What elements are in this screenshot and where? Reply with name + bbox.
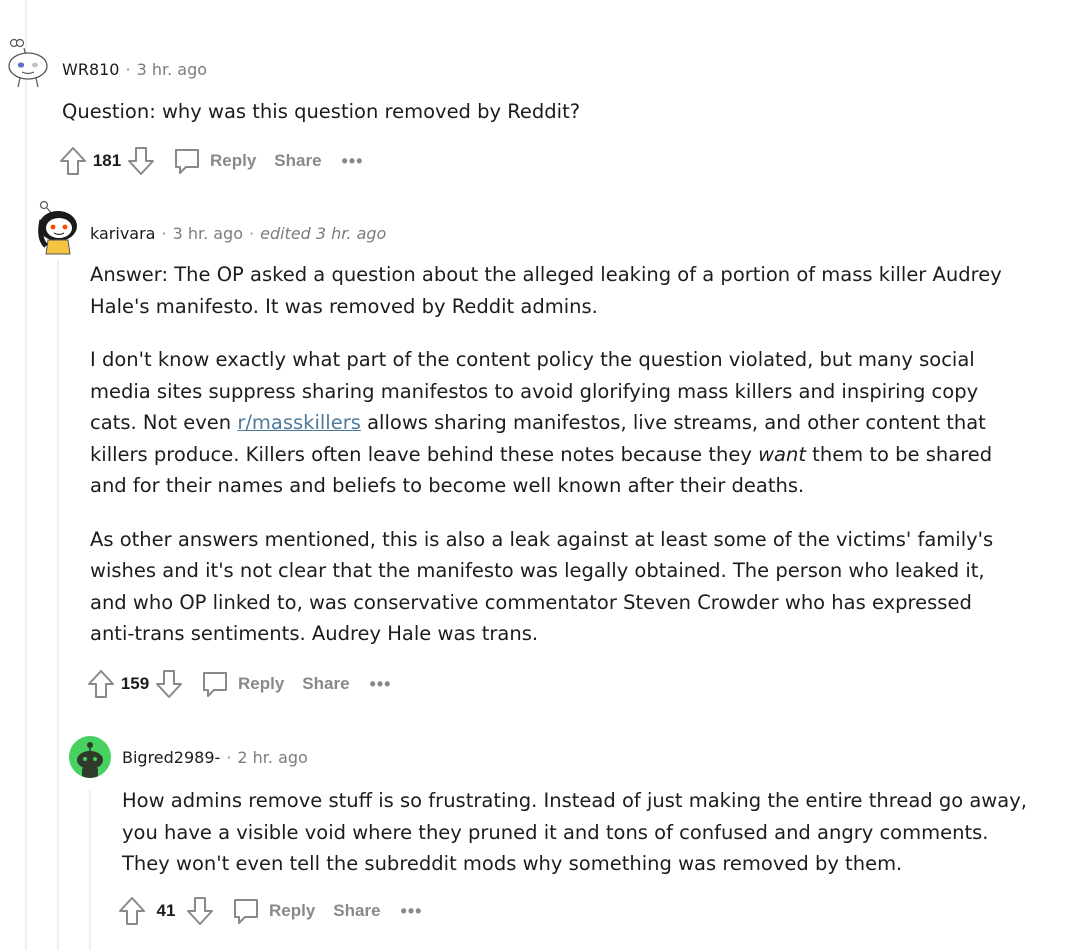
more-options-icon: •••	[369, 673, 392, 694]
comment-bubble-icon	[203, 672, 227, 697]
comment-text: Question: why was this question removed …	[62, 100, 581, 123]
reply-button[interactable]: Reply	[200, 669, 284, 699]
more-options-button[interactable]: •••	[370, 674, 392, 695]
share-label: Share	[302, 674, 350, 693]
share-label: Share	[274, 151, 322, 170]
meta-separator: ·	[249, 224, 255, 243]
more-options-icon: •••	[400, 900, 423, 921]
comment-body: How admins remove stuff is so frustratin…	[122, 785, 1032, 902]
share-button[interactable]: Share	[274, 151, 321, 171]
downvote-button[interactable]	[154, 669, 184, 699]
upvote-arrow-icon	[119, 897, 145, 925]
downvote-button[interactable]	[185, 896, 215, 926]
upvote-arrow-icon	[60, 147, 86, 175]
downvote-button[interactable]	[126, 146, 156, 176]
upvote-button[interactable]	[117, 896, 147, 926]
comment-wr810: WR810 · 3 hr. ago Question: why was this q…	[0, 0, 1081, 190]
comment-timestamp[interactable]: 3 hr. ago	[173, 224, 243, 243]
comment-body: Question: why was this question removed …	[62, 96, 1022, 150]
comment-bigred2989: Bigred2989- · 2 hr. ago How admins remove …	[0, 720, 1081, 950]
comment-paragraph: How admins remove stuff is so frustratin…	[122, 789, 1027, 875]
vote-score: 181	[92, 151, 122, 170]
reply-label: Reply	[210, 151, 257, 170]
comment-timestamp[interactable]: 2 hr. ago	[237, 748, 307, 767]
snoo-avatar-icon	[8, 38, 48, 88]
comment-meta: Bigred2989- · 2 hr. ago	[122, 748, 308, 767]
meta-separator: ·	[125, 60, 131, 79]
reply-button[interactable]: Reply	[231, 896, 315, 926]
meta-separator: ·	[161, 224, 167, 243]
more-options-button[interactable]: •••	[342, 151, 364, 172]
comment-actions: 41 Reply Share •••	[117, 895, 422, 927]
comment-meta: WR810 · 3 hr. ago	[62, 60, 207, 79]
avatar[interactable]	[36, 200, 80, 256]
downvote-arrow-icon	[187, 897, 213, 925]
more-options-icon: •••	[341, 150, 364, 171]
avatar[interactable]	[69, 736, 111, 778]
vote-score: 41	[156, 901, 176, 920]
upvote-button[interactable]	[86, 669, 116, 699]
reply-label: Reply	[238, 674, 285, 693]
comment-body: Answer: The OP asked a question about th…	[90, 259, 1020, 672]
avatar[interactable]	[6, 38, 50, 88]
emphasis-text: want	[758, 442, 806, 466]
comment-paragraph: Answer: The OP asked a question about th…	[90, 263, 1002, 318]
downvote-arrow-icon	[128, 147, 154, 175]
upvote-button[interactable]	[58, 146, 88, 176]
author-name[interactable]: karivara	[90, 224, 155, 243]
comment-meta: karivara · 3 hr. ago · edited 3 hr. ago	[90, 224, 386, 243]
snoo-avatar-icon	[38, 200, 77, 255]
upvote-arrow-icon	[88, 670, 114, 698]
reply-button[interactable]: Reply	[172, 146, 256, 176]
comment-paragraph: I don't know exactly what part of the co…	[90, 344, 1020, 502]
comment-actions: 159 Reply Share •••	[86, 668, 391, 700]
author-name[interactable]: Bigred2989-	[122, 748, 220, 767]
comment-bubble-icon	[234, 899, 258, 924]
downvote-arrow-icon	[156, 670, 182, 698]
more-options-button[interactable]: •••	[401, 901, 423, 922]
share-button[interactable]: Share	[302, 674, 349, 694]
comment-actions: 181 Reply Share •••	[58, 145, 363, 177]
subreddit-link[interactable]: r/masskillers	[237, 411, 361, 434]
author-name[interactable]: WR810	[62, 60, 119, 79]
comment-timestamp[interactable]: 3 hr. ago	[137, 60, 207, 79]
comment-bubble-icon	[175, 149, 199, 174]
comment-karivara: karivara · 3 hr. ago · edited 3 hr. ago Answ…	[0, 190, 1081, 720]
snoo-avatar-icon	[77, 742, 103, 778]
comment-paragraph: As other answers mentioned, this is also…	[90, 527, 994, 646]
share-label: Share	[333, 901, 381, 920]
meta-separator: ·	[226, 748, 232, 767]
share-button[interactable]: Share	[333, 901, 380, 921]
reply-label: Reply	[269, 901, 316, 920]
edited-timestamp: edited 3 hr. ago	[260, 224, 387, 243]
vote-score: 159	[120, 674, 150, 693]
